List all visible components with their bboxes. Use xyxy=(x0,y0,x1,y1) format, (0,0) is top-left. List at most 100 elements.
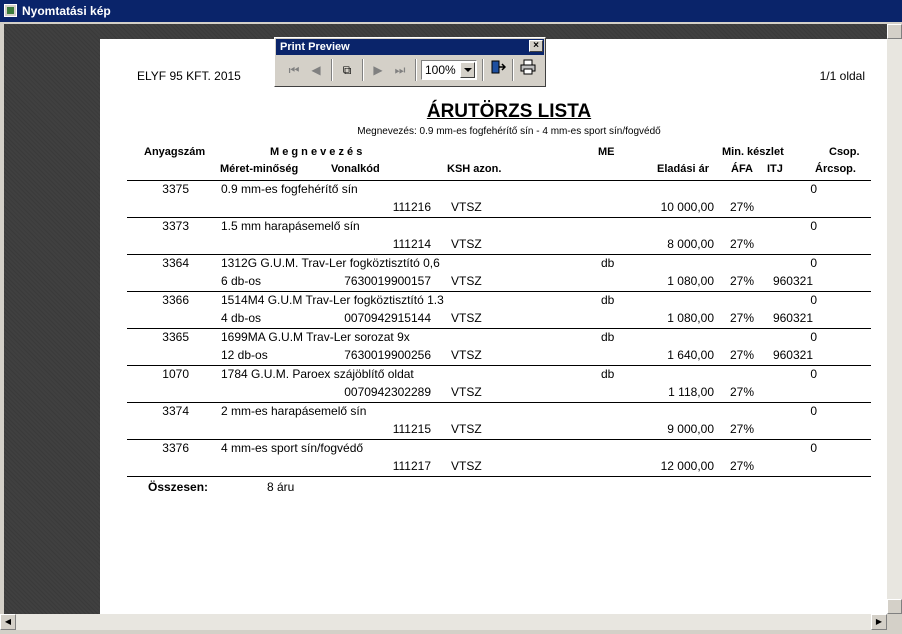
header-arcsop: Árcsop. xyxy=(815,163,856,175)
total-value: 8 áru xyxy=(267,480,295,494)
exit-icon[interactable] xyxy=(487,59,509,81)
toolbar-separator xyxy=(415,59,417,81)
cell-anyagszam: 3364 xyxy=(162,256,189,270)
company-name: ELYF 95 KFT. 2015 xyxy=(137,69,241,83)
chevron-down-icon[interactable] xyxy=(460,62,475,78)
row-divider xyxy=(127,476,871,477)
cell-vonalkod: 111217 xyxy=(392,459,431,473)
row-divider xyxy=(127,328,871,329)
last-page-icon[interactable]: ⏭ xyxy=(389,59,411,81)
cell-anyagszam: 3376 xyxy=(162,441,189,455)
cell-anyagszam: 3375 xyxy=(162,182,189,196)
cell-ksh: VTSZ xyxy=(451,348,482,362)
next-page-icon[interactable]: ▶ xyxy=(367,59,389,81)
toolbar-separator xyxy=(362,59,364,81)
cell-eladasi-ar: 1 080,00 xyxy=(667,311,714,325)
cell-meret: 4 db-os xyxy=(221,311,262,325)
zoom-select[interactable]: 100% xyxy=(421,60,477,80)
scroll-down-button[interactable] xyxy=(887,599,902,614)
first-page-icon[interactable]: ⏮ xyxy=(283,59,305,81)
scrollbar-corner xyxy=(887,614,902,630)
cell-afa: 27% xyxy=(730,385,755,399)
window-border xyxy=(0,630,902,634)
cell-megnevezes: 1784 G.U.M. Paroex szájöblítő oldat xyxy=(221,367,414,381)
cell-itj: 960321 xyxy=(772,311,813,325)
header-me: ME xyxy=(598,146,615,158)
copy-icon[interactable]: ⧉ xyxy=(336,59,358,81)
cell-min-keszlet: 0 xyxy=(810,404,817,418)
header-csop: Csop. xyxy=(829,146,860,158)
cell-itj: 960321 xyxy=(772,348,813,362)
header-ksh: KSH azon. xyxy=(447,163,502,175)
cell-ksh: VTSZ xyxy=(451,422,482,436)
window-title: Nyomtatási kép xyxy=(22,4,111,18)
header-itj: ITJ xyxy=(767,163,783,175)
cell-megnevezes: 1699MA G.U.M Trav-Ler sorozat 9x xyxy=(221,330,410,344)
toolbar-separator xyxy=(331,59,333,81)
cell-megnevezes: 1312G G.U.M. Trav-Ler fogköztisztító 0,6 xyxy=(221,256,440,270)
page-indicator: 1/1 oldal xyxy=(819,69,865,83)
cell-min-keszlet: 0 xyxy=(810,293,817,307)
toolbar-separator xyxy=(512,59,514,81)
cell-meret: 12 db-os xyxy=(221,348,268,362)
cell-min-keszlet: 0 xyxy=(810,182,817,196)
row-divider xyxy=(127,402,871,403)
report-title: ÁRUTÖRZS LISTA xyxy=(426,101,592,122)
row-divider xyxy=(127,217,871,218)
print-preview-toolbar[interactable]: Print Preview × ⏮ ◀ ⧉ ▶ ⏭ 100% xyxy=(274,37,546,87)
header-eladasi-ar: Eladási ár xyxy=(657,163,709,175)
vertical-scrollbar[interactable] xyxy=(887,24,902,614)
row-divider xyxy=(127,365,871,366)
cell-afa: 27% xyxy=(730,274,755,288)
cell-vonalkod: 0070942915144 xyxy=(344,311,431,325)
printer-icon[interactable] xyxy=(517,59,539,81)
header-megnevezes: M e g n e v e z é s xyxy=(270,146,363,158)
cell-afa: 27% xyxy=(730,422,755,436)
close-icon[interactable]: × xyxy=(529,40,543,52)
toolbar-separator xyxy=(482,59,484,81)
header-min-keszlet: Min. készlet xyxy=(722,146,784,158)
cell-vonalkod: 111216 xyxy=(392,200,431,214)
cell-megnevezes: 4 mm-es sport sín/fogvédő xyxy=(221,441,364,455)
cell-ksh: VTSZ xyxy=(451,237,482,251)
cell-anyagszam: 1070 xyxy=(162,367,189,381)
print-preview-title: Print Preview xyxy=(276,39,544,55)
zoom-value: 100% xyxy=(425,63,456,77)
scroll-right-button[interactable]: ▶ xyxy=(871,614,887,630)
cell-megnevezes: 1.5 mm harapásemelő sín xyxy=(221,219,360,233)
cell-eladasi-ar: 12 000,00 xyxy=(660,459,714,473)
header-anyagszam: Anyagszám xyxy=(144,146,206,158)
total-label: Összesen: xyxy=(148,480,209,494)
cell-megnevezes: 2 mm-es harapásemelő sín xyxy=(221,404,367,418)
cell-megnevezes: 1514M4 G.U.M Trav-Ler fogköztisztító 1.3 xyxy=(221,293,444,307)
cell-itj: 960321 xyxy=(772,274,813,288)
header-meret: Méret-minőség xyxy=(220,163,299,175)
cell-ksh: VTSZ xyxy=(451,200,482,214)
prev-page-icon[interactable]: ◀ xyxy=(305,59,327,81)
scroll-left-button[interactable]: ◀ xyxy=(0,614,16,630)
cell-min-keszlet: 0 xyxy=(810,256,817,270)
cell-me: db xyxy=(601,367,615,381)
window-titlebar[interactable]: Nyomtatási kép xyxy=(0,0,902,22)
cell-vonalkod: 7630019900256 xyxy=(344,348,431,362)
horizontal-scrollbar[interactable]: ◀ ▶ xyxy=(0,614,887,630)
header-divider xyxy=(127,180,871,181)
cell-vonalkod: 7630019900157 xyxy=(344,274,431,288)
cell-anyagszam: 3365 xyxy=(162,330,189,344)
cell-eladasi-ar: 1 118,00 xyxy=(668,385,714,399)
app-icon xyxy=(4,4,17,17)
cell-min-keszlet: 0 xyxy=(810,330,817,344)
cell-afa: 27% xyxy=(730,459,755,473)
cell-vonalkod: 111215 xyxy=(392,422,431,436)
cell-eladasi-ar: 9 000,00 xyxy=(667,422,714,436)
cell-eladasi-ar: 1 640,00 xyxy=(667,348,714,362)
cell-eladasi-ar: 10 000,00 xyxy=(660,200,714,214)
cell-ksh: VTSZ xyxy=(451,274,482,288)
cell-afa: 27% xyxy=(730,237,755,251)
row-divider xyxy=(127,254,871,255)
cell-min-keszlet: 0 xyxy=(810,367,817,381)
cell-ksh: VTSZ xyxy=(451,459,482,473)
scroll-up-button[interactable] xyxy=(887,24,902,39)
cell-me: db xyxy=(601,256,615,270)
cell-me: db xyxy=(601,293,615,307)
